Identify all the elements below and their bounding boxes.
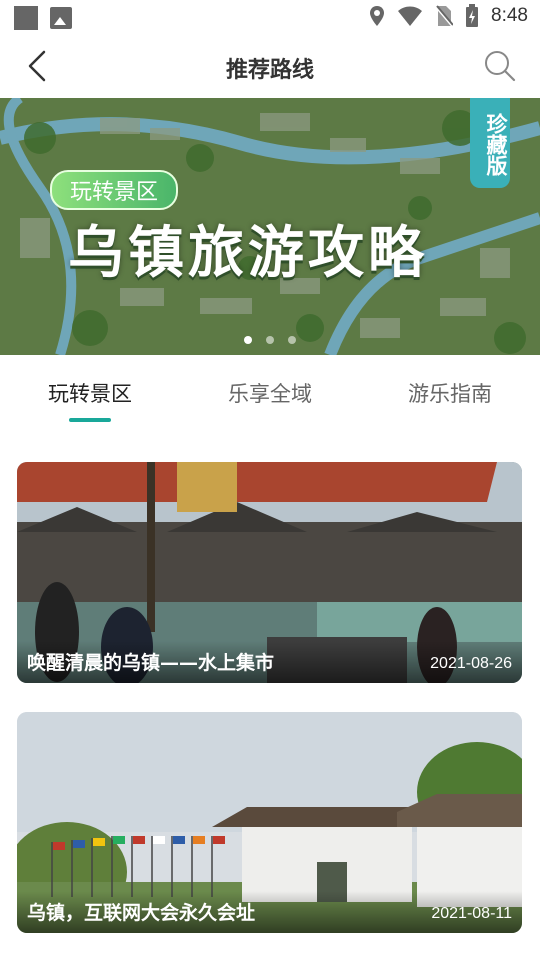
notification-square-icon <box>14 6 38 30</box>
banner-title: 乌镇旅游攻略 <box>68 221 428 286</box>
banner-badge: 玩转景区 <box>50 170 179 210</box>
carousel-dot[interactable] <box>288 336 296 344</box>
carousel-dot[interactable] <box>244 336 252 344</box>
route-card[interactable]: 乌镇，互联网大会永久会址 2021-08-11 <box>17 712 522 933</box>
status-bar: 8:48 <box>0 0 540 36</box>
tab-bar: 玩转景区 乐享全域 游乐指南 <box>0 356 540 436</box>
carousel-dot[interactable] <box>266 336 274 344</box>
no-sim-icon <box>435 5 454 27</box>
carousel-indicators <box>0 336 540 344</box>
tab-travel-guide[interactable]: 游乐指南 <box>360 356 540 436</box>
clock-time: 8:48 <box>491 5 528 26</box>
banner-carousel[interactable]: 玩转景区 乌镇旅游攻略 珍藏版 <box>0 98 540 355</box>
tab-scenic-area[interactable]: 玩转景区 <box>0 356 180 436</box>
banner-corner-label: 珍藏版 <box>470 98 510 188</box>
image-notification-icon <box>50 7 72 29</box>
battery-charging-icon <box>466 4 479 27</box>
app-header: 推荐路线 <box>0 36 540 98</box>
search-icon[interactable] <box>482 48 518 84</box>
wifi-icon <box>398 6 423 26</box>
card-date: 2021-08-26 <box>430 655 512 672</box>
card-title: 乌镇，互联网大会永久会址 <box>27 902 256 924</box>
card-title: 唤醒清晨的乌镇——水上集市 <box>27 652 275 674</box>
location-icon <box>370 6 385 26</box>
route-card[interactable]: 唤醒清晨的乌镇——水上集市 2021-08-26 <box>17 462 522 683</box>
page-title: 推荐路线 <box>225 58 314 83</box>
tab-whole-region[interactable]: 乐享全域 <box>180 356 360 436</box>
card-date: 2021-08-11 <box>431 905 512 922</box>
